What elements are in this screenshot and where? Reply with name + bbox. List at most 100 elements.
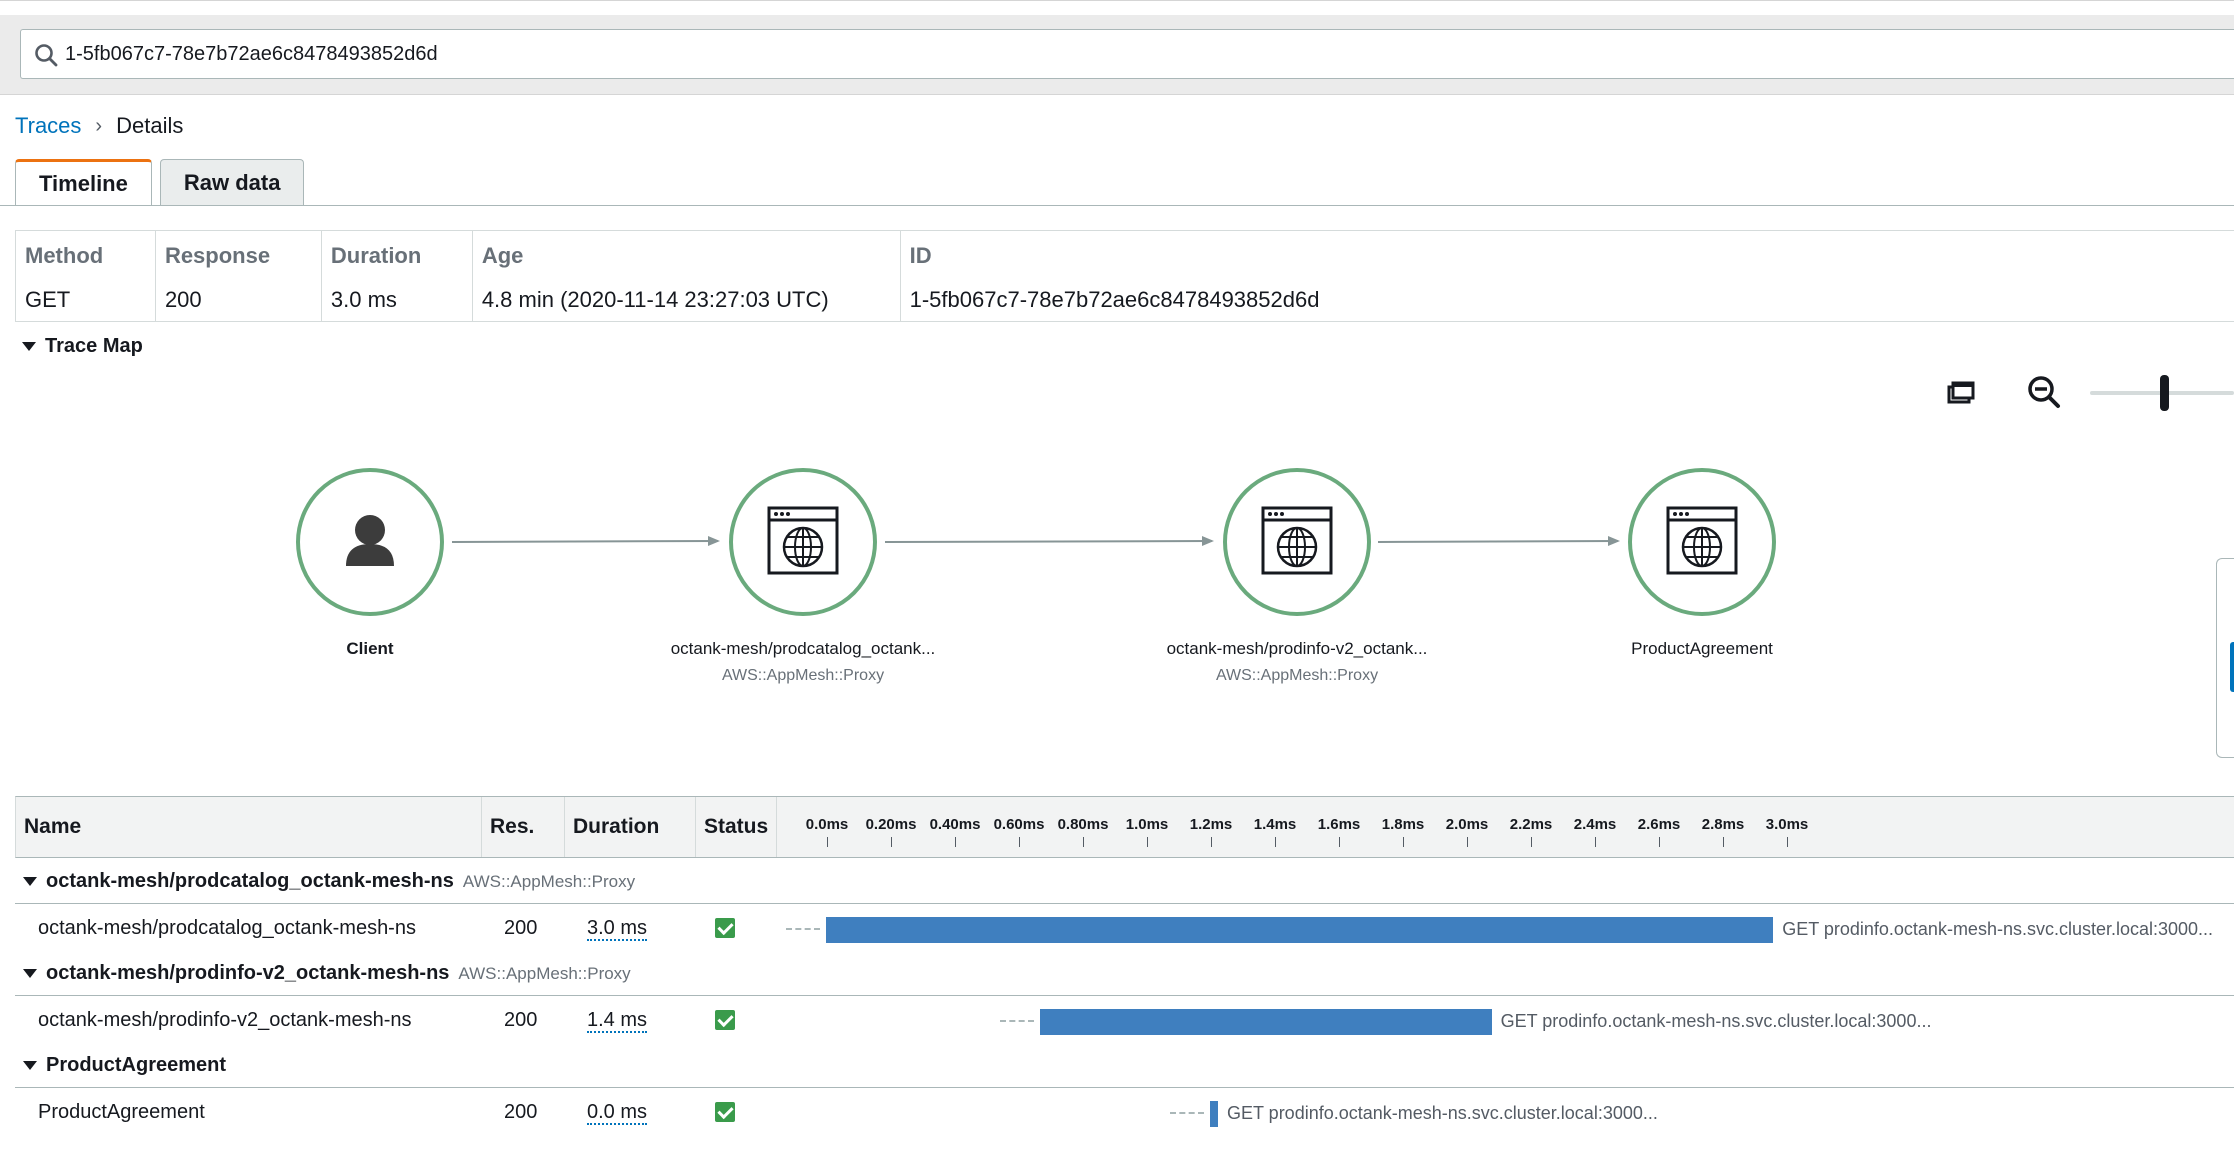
map-node-label: octank-mesh/prodinfo-v2_octank... (1166, 639, 1428, 658)
summary-value: 3.0 ms (330, 287, 397, 312)
segment-duration[interactable]: 0.0 ms (587, 1101, 648, 1125)
segment-name: octank-mesh/prodcatalog_octank-mesh-ns (38, 917, 416, 939)
summary-header: Duration (330, 243, 422, 268)
axis-tick-label: 1.8ms (1381, 816, 1425, 833)
summary-header: ID (909, 243, 932, 268)
axis-tick (955, 837, 956, 847)
segment-bar-lead (786, 928, 820, 930)
caret-down-icon (22, 342, 36, 351)
segment-row[interactable]: octank-mesh/prodcatalog_octank-mesh-ns 2… (15, 905, 2234, 953)
trace-search-box[interactable] (20, 29, 2234, 79)
axis-tick (1339, 837, 1340, 847)
segment-bar[interactable] (826, 917, 1774, 943)
axis-tick-label: 1.2ms (1189, 816, 1233, 833)
caret-down-icon (23, 1061, 37, 1070)
segment-group-prodcatalog[interactable]: octank-mesh/prodcatalog_octank-mesh-ns A… (15, 860, 2234, 904)
group-type: AWS::AppMesh::Proxy (462, 871, 636, 891)
edge-prodinfo-to-productagreement[interactable] (1377, 536, 1620, 547)
map-node-client[interactable] (296, 468, 444, 616)
segment-bar-label: GET prodinfo.octank-mesh-ns.svc.cluster.… (1782, 919, 2214, 939)
segment-row[interactable]: octank-mesh/prodinfo-v2_octank-mesh-ns 2… (15, 997, 2234, 1045)
axis-tick (1083, 837, 1084, 847)
trace-summary-table: Method GET Response 200 Duration 3.0 ms … (15, 230, 2234, 322)
group-name: octank-mesh/prodcatalog_octank-mesh-ns (46, 870, 454, 892)
search-input[interactable] (65, 30, 2165, 78)
axis-tick-label: 1.6ms (1317, 816, 1361, 833)
segment-row[interactable]: ProductAgreement 200 0.0 ms GET prodinfo… (15, 1089, 2234, 1137)
axis-tick-label: 2.8ms (1701, 816, 1745, 833)
segment-duration[interactable]: 3.0 ms (587, 917, 648, 941)
summary-header: Method (25, 243, 104, 268)
axis-tick-label: 0.80ms (1057, 816, 1109, 833)
tab-timeline[interactable]: Timeline (15, 159, 152, 206)
axis-tick (1275, 837, 1276, 847)
axis-tick (1019, 837, 1020, 847)
segment-group-prodinfo[interactable]: octank-mesh/prodinfo-v2_octank-mesh-ns A… (15, 952, 2234, 996)
axis-tick-label: 2.4ms (1573, 816, 1617, 833)
axis-tick-label: 1.4ms (1253, 816, 1297, 833)
axis-tick-label: 2.0ms (1445, 816, 1489, 833)
tab-raw-data[interactable]: Raw data (159, 159, 305, 205)
group-type: AWS::AppMesh::Proxy (458, 963, 631, 983)
status-ok-icon[interactable] (715, 1102, 735, 1122)
segment-response: 200 (504, 1009, 538, 1031)
summary-duration: Duration 3.0 ms (322, 231, 473, 321)
axis-tick (1659, 837, 1660, 847)
axis-tick-label: 0.60ms (993, 816, 1045, 833)
axis-tick (891, 837, 892, 847)
breadcrumb-traces-link[interactable]: Traces (15, 113, 81, 139)
summary-age: Age 4.8 min (2020-11-14 23:27:03 UTC) (473, 231, 901, 321)
map-node-productagreement[interactable] (1628, 468, 1776, 616)
fit-to-screen-icon[interactable] (1943, 374, 1979, 410)
axis-tick-label: 0.20ms (865, 816, 917, 833)
side-panel-handle[interactable] (2230, 642, 2234, 692)
segment-response: 200 (504, 1101, 538, 1123)
caret-down-icon (23, 969, 37, 978)
axis-tick (1403, 837, 1404, 847)
segment-bar-lead (1170, 1112, 1204, 1114)
summary-value: 200 (164, 287, 202, 312)
trace-map-toggle[interactable]: Trace Map (22, 335, 143, 358)
segment-bar-label: GET prodinfo.octank-mesh-ns.svc.cluster.… (1500, 1011, 1932, 1031)
segment-group-productagreement[interactable]: ProductAgreement (15, 1044, 2234, 1088)
trace-map-title: Trace Map (45, 335, 143, 357)
timeline-axis: 0.0ms 0.20ms 0.40ms 0.60ms 0.80ms 1.0ms 1.2ms 1… (16, 797, 2234, 857)
tab-bar: Timeline Raw data (15, 159, 305, 206)
axis-tick (1467, 837, 1468, 847)
zoom-slider-thumb[interactable] (2160, 375, 2169, 411)
group-name: ProductAgreement (46, 1054, 227, 1076)
segment-name: ProductAgreement (38, 1101, 205, 1123)
zoom-out-icon[interactable] (2026, 374, 2062, 410)
map-node-sublabel: AWS::AppMesh::Proxy (1215, 667, 1379, 684)
edge-client-to-prodcatalog[interactable] (451, 536, 720, 547)
axis-tick-label: 2.6ms (1637, 816, 1681, 833)
summary-header: Age (481, 243, 524, 268)
map-node-sublabel: AWS::AppMesh::Proxy (721, 667, 885, 684)
map-node-prodcatalog[interactable] (729, 468, 877, 616)
breadcrumb-current: Details (116, 113, 184, 138)
axis-tick (827, 837, 828, 847)
segment-bar[interactable] (1040, 1009, 1492, 1035)
summary-id: ID 1-5fb067c7-78e7b72ae6c8478493852d6d (901, 231, 2234, 321)
map-node-label: Client (346, 639, 394, 658)
edge-prodcatalog-to-prodinfo[interactable] (884, 536, 1214, 547)
chevron-right-icon: › (95, 114, 103, 137)
summary-value: GET (25, 287, 71, 312)
segment-duration[interactable]: 1.4 ms (587, 1009, 648, 1033)
search-icon (35, 44, 58, 67)
segment-bar-label: GET prodinfo.octank-mesh-ns.svc.cluster.… (1227, 1103, 1658, 1123)
status-ok-icon[interactable] (715, 1010, 735, 1030)
axis-tick (1211, 837, 1212, 847)
summary-value: 4.8 min (2020-11-14 23:27:03 UTC) (481, 287, 829, 312)
axis-tick (1723, 837, 1724, 847)
axis-tick (1531, 837, 1532, 847)
status-ok-icon[interactable] (715, 918, 735, 938)
segment-bar[interactable] (1210, 1101, 1218, 1127)
caret-down-icon (23, 877, 37, 886)
summary-method: Method GET (16, 231, 156, 321)
summary-response: Response 200 (156, 231, 322, 321)
group-name: octank-mesh/prodinfo-v2_octank-mesh-ns (46, 962, 450, 984)
map-node-prodinfo[interactable] (1223, 468, 1371, 616)
axis-tick-label: 1.0ms (1125, 816, 1169, 833)
summary-value: 1-5fb067c7-78e7b72ae6c8478493852d6d (909, 287, 1320, 312)
